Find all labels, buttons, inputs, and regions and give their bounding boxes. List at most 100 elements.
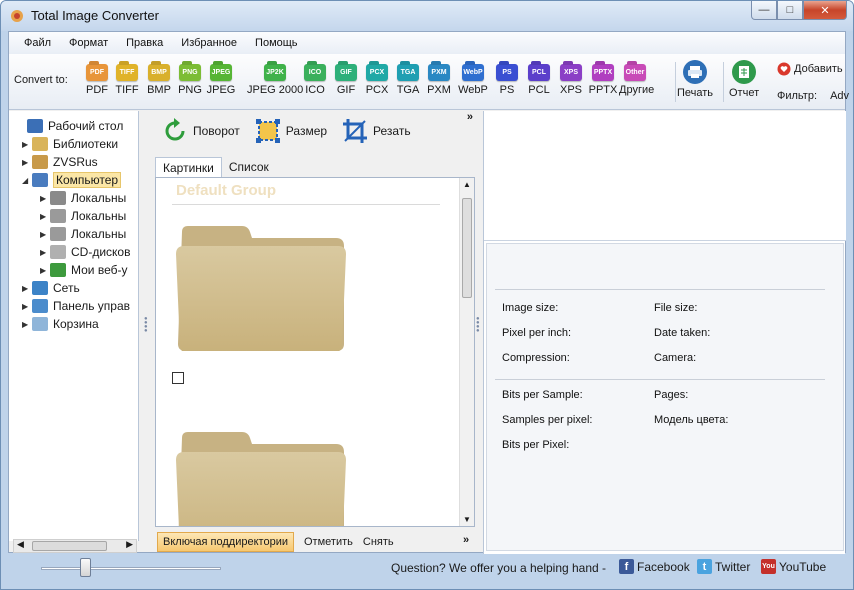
tree-item[interactable]: ▶ Сеть	[22, 279, 80, 297]
format-icon: ICO	[304, 64, 326, 81]
format-label: JPEG 2000	[247, 84, 304, 96]
format-button-pcx[interactable]: PCX PCX	[361, 64, 393, 96]
tab-thumbnails[interactable]: Картинки	[155, 157, 222, 177]
format-button-tiff[interactable]: TIFF TIFF	[111, 64, 143, 96]
tab-list[interactable]: Список	[222, 157, 276, 177]
format-button-jpeg-2000[interactable]: JP2K JPEG 2000	[247, 64, 303, 96]
maximize-button[interactable]: □	[777, 1, 803, 20]
scroll-down-icon: ▼	[463, 515, 471, 524]
tree-item[interactable]: ▶ Локальны	[40, 207, 126, 225]
convert-to-label: Convert to:	[14, 74, 68, 86]
menu-item-3[interactable]: Избранное	[172, 37, 246, 49]
zoom-slider-thumb[interactable]	[80, 558, 91, 577]
expand-arrow-icon[interactable]: ▶	[22, 140, 32, 149]
expand-arrow-icon[interactable]: ▶	[40, 230, 50, 239]
tree-item[interactable]: ▶ Корзина	[22, 315, 99, 333]
scrollbar-thumb[interactable]	[32, 541, 107, 551]
menu-item-2[interactable]: Правка	[117, 37, 172, 49]
image-info: Image size: File size: Pixel per inch: D…	[486, 243, 844, 551]
tree-item[interactable]: ▶ Панель управ	[22, 297, 130, 315]
add-favorite-button[interactable]: Добавить	[777, 62, 843, 76]
folder-thumbnail[interactable]	[176, 432, 346, 527]
tree-item[interactable]: Рабочий стол	[17, 117, 123, 135]
format-button-другие[interactable]: Other Другие	[619, 64, 654, 96]
expand-arrow-icon[interactable]: ▶	[22, 302, 32, 311]
samples-per-pixel-label: Samples per pixel:	[502, 414, 593, 426]
tree-item[interactable]: ▶ Локальны	[40, 225, 126, 243]
camera-label: Camera:	[654, 352, 697, 364]
menu-item-1[interactable]: Формат	[60, 37, 117, 49]
format-button-jpeg[interactable]: JPEG JPEG	[205, 64, 237, 96]
menu-item-0[interactable]: Файл	[15, 37, 60, 49]
more-actions-icon[interactable]: »	[467, 111, 473, 123]
format-button-webp[interactable]: WebP WebP	[457, 64, 489, 96]
format-button-pptx[interactable]: PPTX PPTX	[587, 64, 619, 96]
scrollbar-thumb[interactable]	[462, 198, 472, 298]
expand-arrow-icon[interactable]: ▶	[22, 158, 32, 167]
title-bar[interactable]: Total Image Converter — □ ✕	[1, 1, 853, 31]
tree-horizontal-scrollbar[interactable]: ◀ ▶	[13, 539, 137, 553]
expand-arrow-icon[interactable]: ▶	[22, 284, 32, 293]
format-button-gif[interactable]: GIF GIF	[330, 64, 362, 96]
uncheck-all-button[interactable]: Снять	[363, 536, 394, 548]
tree-item[interactable]: ◢ Компьютер	[22, 171, 122, 189]
scroll-right-icon: ▶	[126, 539, 133, 549]
facebook-link[interactable]: f Facebook	[619, 559, 690, 574]
tree-item[interactable]: ▶ Локальны	[40, 189, 126, 207]
expand-arrow-icon[interactable]: ▶	[40, 248, 50, 257]
format-label: PDF	[86, 84, 108, 96]
format-button-xps[interactable]: XPS XPS	[555, 64, 587, 96]
include-subdirectories-button[interactable]: Включая поддиректории	[157, 532, 294, 552]
format-button-pxm[interactable]: PXM PXM	[423, 64, 455, 96]
expand-arrow-icon[interactable]: ◢	[22, 176, 32, 185]
gallery-vertical-scrollbar[interactable]: ▲ ▼	[459, 178, 474, 526]
splitter-left[interactable]: ● ● ● ●	[144, 316, 149, 337]
drive-icon	[50, 191, 66, 205]
format-icon: JPEG	[210, 64, 232, 81]
info-divider	[495, 289, 825, 290]
filter[interactable]: Фильтр: Adv	[777, 90, 849, 102]
zoom-slider-track[interactable]	[41, 567, 221, 570]
expand-arrow-icon[interactable]: ▶	[40, 266, 50, 275]
folder-tree[interactable]: Рабочий стол ▶ Библиотеки ▶ ZVSRus ◢ Компьютер…	[9, 111, 139, 541]
menu-item-4[interactable]: Помощь	[246, 37, 307, 49]
thumbnail-gallery[interactable]: Default Group ▲ ▼	[155, 177, 475, 527]
crop-button[interactable]: Резать	[341, 117, 411, 145]
format-label: PCL	[528, 84, 550, 96]
expand-arrow-icon[interactable]: ▶	[40, 212, 50, 221]
close-button[interactable]: ✕	[803, 1, 847, 20]
format-button-ico[interactable]: ICO ICO	[299, 64, 331, 96]
toolbar-separator	[675, 62, 676, 102]
format-button-ps[interactable]: PS PS	[491, 64, 523, 96]
format-button-pcl[interactable]: PCL PCL	[523, 64, 555, 96]
format-button-bmp[interactable]: BMP BMP	[143, 64, 175, 96]
format-button-tga[interactable]: TGA TGA	[392, 64, 424, 96]
rotate-button[interactable]: Поворот	[161, 117, 240, 145]
twitter-link[interactable]: t Twitter	[697, 559, 750, 574]
thumbnail-checkbox[interactable]	[172, 372, 184, 384]
tree-item-label: Панель управ	[53, 299, 131, 313]
resize-button[interactable]: Размер	[254, 117, 327, 145]
format-button-png[interactable]: PNG PNG	[174, 64, 206, 96]
info-divider	[495, 379, 825, 380]
tree-item[interactable]: ▶ ZVSRus	[22, 153, 98, 171]
tree-item-label: Локальны	[71, 209, 127, 223]
tree-item-label: Компьютер	[53, 172, 122, 188]
more-options-icon[interactable]: »	[463, 534, 469, 546]
app-icon	[11, 10, 23, 22]
close-icon: ✕	[820, 4, 830, 17]
folder-thumbnail[interactable]	[176, 226, 346, 351]
format-label: ICO	[305, 84, 325, 96]
expand-arrow-icon[interactable]: ▶	[22, 320, 32, 329]
tree-item[interactable]: ▶ Библиотеки	[22, 135, 118, 153]
youtube-link[interactable]: You YouTube	[761, 559, 826, 574]
format-button-pdf[interactable]: PDF PDF	[81, 64, 113, 96]
splitter-right[interactable]: ● ● ● ●	[476, 316, 481, 337]
tree-item[interactable]: ▶ CD-дисков	[40, 243, 130, 261]
expand-arrow-icon[interactable]: ▶	[40, 194, 50, 203]
tree-item[interactable]: ▶ Мои веб-у	[40, 261, 128, 279]
minimize-button[interactable]: —	[751, 1, 777, 20]
check-all-button[interactable]: Отметить	[304, 536, 353, 548]
print-button[interactable]: Печать	[677, 60, 713, 99]
report-button[interactable]: Отчет	[729, 60, 759, 99]
